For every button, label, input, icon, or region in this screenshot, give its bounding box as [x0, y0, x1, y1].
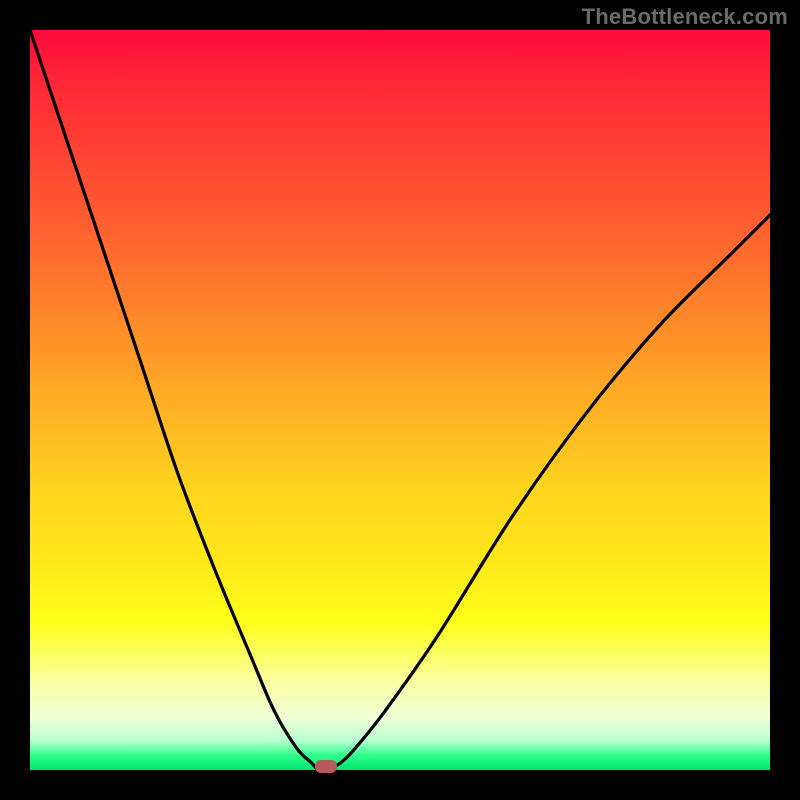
watermark-text: TheBottleneck.com [582, 4, 788, 30]
chart-frame: TheBottleneck.com [0, 0, 800, 800]
optimal-point-marker [315, 760, 337, 773]
bottleneck-curve [30, 30, 770, 770]
